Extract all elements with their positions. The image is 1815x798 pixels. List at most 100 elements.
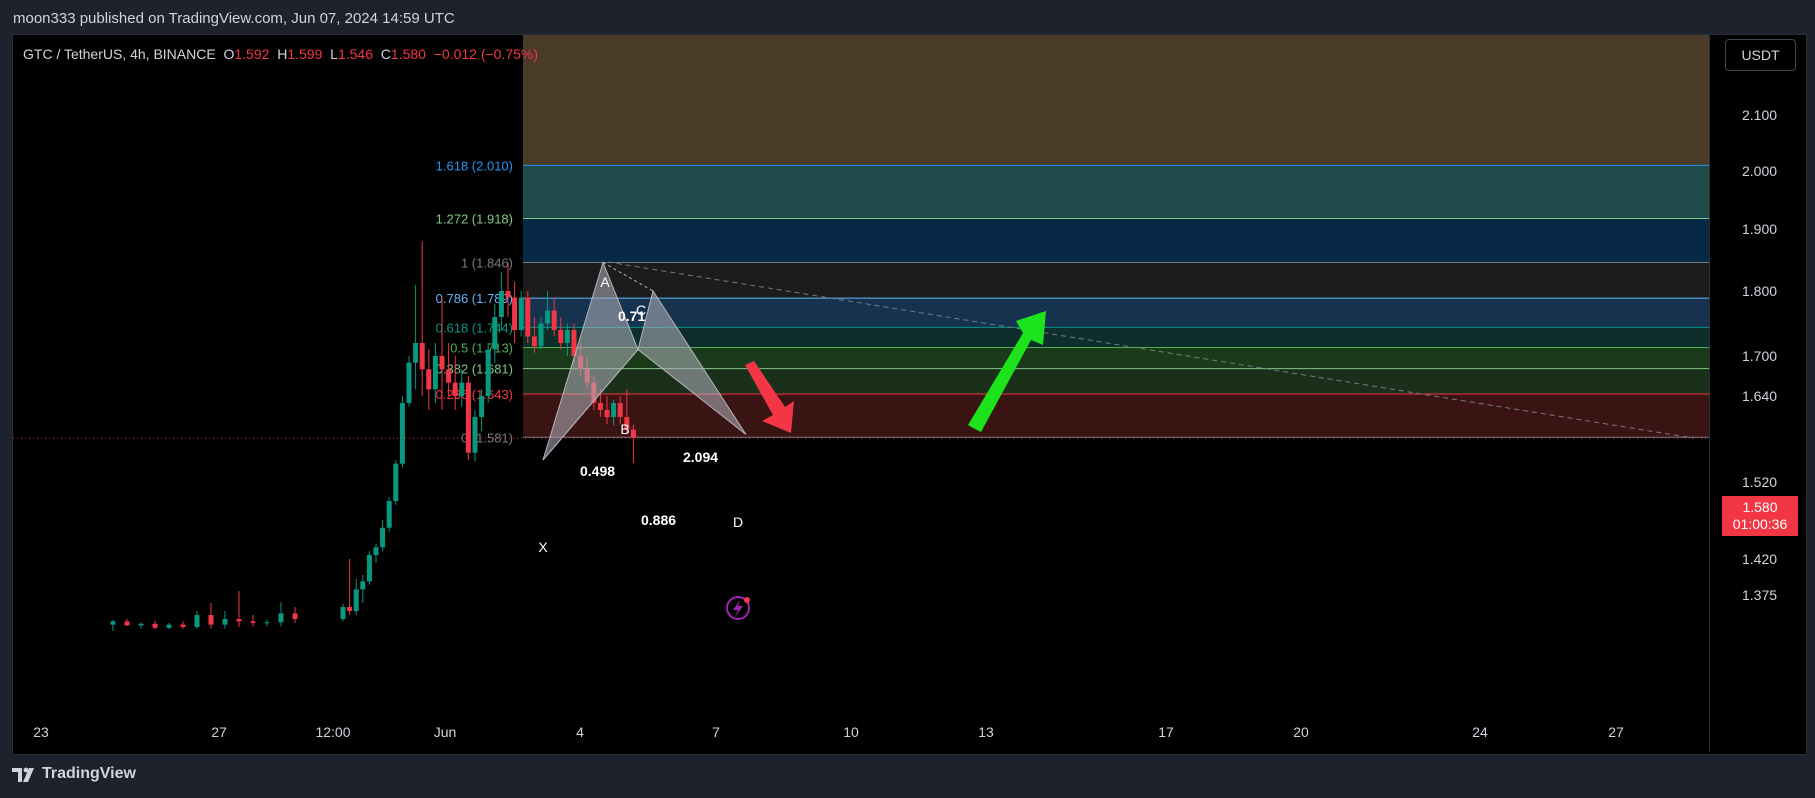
flash-icon[interactable] — [726, 596, 750, 620]
candle-body — [292, 613, 298, 619]
fib-level-label: 1.272 (1.918) — [436, 212, 513, 227]
candle-body — [459, 382, 465, 396]
candle-body — [426, 369, 432, 390]
open-value: 1.592 — [234, 46, 270, 62]
candle-body — [485, 349, 491, 396]
candle-body — [278, 613, 284, 623]
x-tick-label: 27 — [211, 724, 227, 740]
candle-body — [250, 621, 256, 623]
candle-body — [264, 622, 270, 624]
candle-body — [505, 291, 511, 298]
candle-body — [597, 403, 603, 410]
x-tick-label: 24 — [1472, 724, 1488, 740]
x-tick-label: 20 — [1293, 724, 1309, 740]
candle-body — [558, 330, 564, 343]
candle-body — [194, 615, 200, 627]
publish-header: moon333 published on TradingView.com, Ju… — [0, 0, 1815, 34]
low-value: 1.546 — [337, 46, 373, 62]
last-price-badge: 1.580 01:00:36 — [1722, 496, 1798, 536]
candle-body — [419, 343, 425, 370]
candle-body — [531, 336, 537, 347]
fib-level-label: 1.618 (2.010) — [436, 158, 513, 173]
candle-body — [439, 356, 445, 370]
candle-body — [399, 403, 405, 464]
price-tick-label: 1.375 — [1742, 587, 1777, 603]
candle-body — [512, 297, 518, 330]
candle-body — [236, 619, 242, 622]
fib-zone — [523, 298, 1709, 328]
pattern-ratio-label: 2.094 — [683, 449, 718, 465]
candle-body — [393, 463, 399, 501]
candle-body — [413, 343, 419, 363]
candle-body — [525, 297, 531, 337]
pattern-point-label: B — [620, 421, 629, 437]
change-value: −0.012 (−0.75%) — [433, 46, 539, 62]
candle-body — [452, 382, 458, 396]
footer-brand[interactable]: TradingView — [42, 765, 136, 783]
x-tick-label: 7 — [712, 724, 720, 740]
price-tick-label: 1.700 — [1742, 348, 1777, 364]
price-axis[interactable]: 2.1002.0001.9001.8001.7001.6401.5201.470… — [1709, 35, 1806, 752]
candle-body — [208, 615, 214, 625]
x-axis-ticks: 23 27 12:00 Jun 4 7 10 13 17 20 24 27 — [33, 724, 1624, 740]
candle-body — [180, 624, 186, 627]
fib-zone — [523, 165, 1709, 219]
pattern-ratio-label: 0.886 — [641, 512, 676, 528]
candle-body — [492, 317, 498, 350]
candle-body — [472, 417, 478, 453]
candle-body — [465, 382, 471, 453]
price-tick-label: 1.420 — [1742, 551, 1777, 567]
candle-body — [373, 547, 379, 556]
low-label: L — [330, 46, 338, 62]
candle-body — [432, 356, 438, 390]
pattern-ratio-label: 0.498 — [580, 463, 615, 479]
chart-frame[interactable]: 1.618 (2.010) 1.272 (1.918) 1 (1.846) 0.786… — [12, 34, 1807, 755]
fib-level-label: 1 (1.846) — [461, 255, 513, 270]
last-price-value: 1.580 — [1742, 499, 1778, 515]
pattern-point-label: D — [733, 514, 743, 530]
close-label: C — [380, 46, 391, 62]
x-tick-label: 4 — [576, 724, 584, 740]
candle-body — [166, 624, 172, 628]
publish-info: moon333 published on TradingView.com, Ju… — [13, 10, 455, 27]
tradingview-logo-icon[interactable] — [12, 766, 38, 784]
candle-body — [545, 310, 551, 324]
countdown-timer: 01:00:36 — [1732, 516, 1788, 532]
price-tick-label: 1.900 — [1742, 221, 1777, 237]
close-value: 1.580 — [390, 46, 426, 62]
candle-body — [347, 607, 353, 611]
fib-zone — [523, 262, 1709, 299]
candle-body — [138, 623, 144, 626]
price-tick-label: 2.100 — [1742, 107, 1777, 123]
candle-body — [386, 501, 392, 528]
x-tick-label: Jun — [434, 724, 457, 740]
chart-svg[interactable]: 1.618 (2.010)1.272 (1.918)1 (1.846)0.786… — [13, 35, 1709, 752]
candle-body — [353, 589, 359, 611]
candle-body — [340, 607, 346, 619]
candle-body — [152, 623, 158, 628]
candle-body — [479, 396, 485, 417]
fib-zone — [523, 35, 1709, 166]
pattern-ratio-label: 0.71 — [618, 308, 645, 324]
candle-body — [380, 527, 386, 548]
candle-body — [617, 403, 623, 417]
price-tick-label: 1.640 — [1742, 388, 1777, 404]
fib-level-label: 0.236 (1.643) — [436, 387, 513, 402]
candle-body — [124, 621, 130, 626]
x-tick-label: 13 — [978, 724, 994, 740]
fib-level-label: 0.5 (1.713) — [450, 341, 513, 356]
chart-plot-area[interactable]: 1.618 (2.010) 1.272 (1.918) 1 (1.846) 0.786… — [13, 35, 1709, 752]
candle-body — [360, 581, 366, 590]
candle-body — [551, 310, 557, 330]
fib-zone — [523, 218, 1709, 263]
x-tick-label: 27 — [1608, 724, 1624, 740]
candle-body — [604, 410, 610, 417]
candle-body — [406, 362, 412, 403]
x-tick-label: 23 — [33, 724, 49, 740]
fib-zone — [523, 394, 1709, 438]
candle-body — [564, 330, 570, 343]
open-label: O — [223, 46, 235, 62]
candle-body — [518, 297, 524, 330]
currency-button[interactable]: USDT — [1725, 39, 1796, 71]
x-tick-label: 17 — [1158, 724, 1174, 740]
